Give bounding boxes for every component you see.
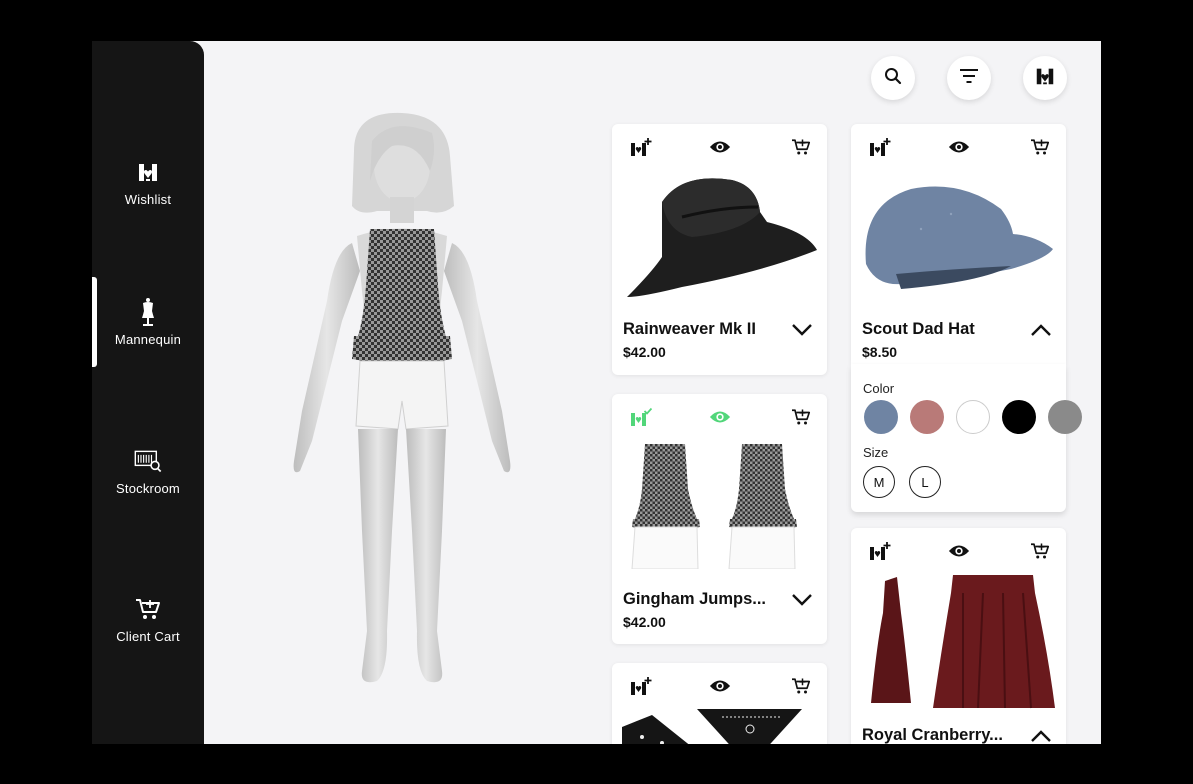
sidebar-item-label: Mannequin	[114, 331, 182, 347]
product-card-gingham[interactable]: Gingham Jumps... $42.00	[612, 394, 827, 644]
sidebar-item-label: Stockroom	[116, 480, 180, 496]
sidebar-item-mannequin[interactable]: Mannequin	[92, 277, 204, 367]
product-name: Rainweaver Mk II	[623, 320, 756, 338]
product-options-panel: Color Size M L	[851, 364, 1082, 512]
card-actions	[612, 675, 827, 697]
add-to-cart-icon[interactable]	[790, 136, 812, 158]
in-wishlist-check-icon[interactable]	[630, 406, 652, 428]
size-option-l[interactable]: L	[909, 466, 941, 498]
sidebar-item-client-cart[interactable]: Client Cart	[92, 574, 204, 664]
color-swatch-white[interactable]	[956, 400, 990, 434]
sidebar-item-label: Client Cart	[116, 628, 180, 644]
collapse-chevron-up-icon[interactable]	[1028, 726, 1054, 744]
product-price: $42.00	[623, 614, 666, 630]
color-swatch-rose[interactable]	[910, 400, 944, 434]
product-card-bandana[interactable]	[612, 663, 827, 744]
card-actions	[851, 136, 1066, 158]
preview-eye-icon[interactable]	[709, 136, 731, 158]
sidebar: Wishlist Mannequin Stockroom Client Cart	[92, 41, 204, 744]
color-label: Color	[863, 381, 895, 396]
search-icon	[883, 66, 903, 91]
collapse-chevron-up-icon[interactable]	[1028, 320, 1054, 340]
color-swatch-blue[interactable]	[864, 400, 898, 434]
add-to-wishlist-icon[interactable]	[869, 540, 891, 562]
card-actions	[612, 136, 827, 158]
product-price: $8.50	[862, 344, 898, 360]
product-image-bandana	[622, 709, 802, 744]
product-name: Scout Dad Hat	[862, 320, 975, 338]
preview-eye-icon[interactable]	[948, 540, 970, 562]
color-swatch-black[interactable]	[1002, 400, 1036, 434]
add-to-cart-icon[interactable]	[790, 675, 812, 697]
color-swatch-gray[interactable]	[1048, 400, 1082, 434]
product-card-royal-cranberry[interactable]: Royal Cranberry...	[851, 528, 1066, 744]
add-to-wishlist-icon[interactable]	[630, 675, 652, 697]
wishlist-icon	[1034, 65, 1056, 92]
search-button[interactable]	[871, 56, 915, 100]
cart-icon	[134, 595, 162, 623]
expand-chevron-down-icon[interactable]	[789, 320, 815, 340]
product-image-cranberry-dress	[871, 575, 1055, 709]
add-to-cart-icon[interactable]	[1029, 540, 1051, 562]
product-card-rainweaver[interactable]: Rainweaver Mk II $42.00	[612, 124, 827, 375]
product-price: $42.00	[623, 344, 666, 360]
filter-button[interactable]	[947, 56, 991, 100]
sidebar-item-wishlist[interactable]: Wishlist	[92, 137, 204, 227]
wishlist-button[interactable]	[1023, 56, 1067, 100]
size-label: Size	[863, 445, 889, 460]
sidebar-item-label: Wishlist	[124, 191, 172, 207]
product-card-scout-dad-hat[interactable]: Scout Dad Hat $8.50	[851, 124, 1066, 364]
card-actions	[612, 406, 827, 428]
preview-eye-icon[interactable]	[709, 406, 731, 428]
tablet-frame: Wishlist Mannequin Stockroom Client Cart	[0, 0, 1193, 784]
wishlist-icon	[134, 158, 162, 186]
size-option-m[interactable]: M	[863, 466, 895, 498]
add-to-wishlist-icon[interactable]	[869, 136, 891, 158]
mannequin-model[interactable]	[242, 111, 562, 696]
preview-eye-icon[interactable]	[709, 675, 731, 697]
add-to-wishlist-icon[interactable]	[630, 136, 652, 158]
mannequin-icon	[134, 297, 162, 326]
add-to-cart-icon[interactable]	[1029, 136, 1051, 158]
app-screen: Wishlist Mannequin Stockroom Client Cart	[92, 41, 1101, 744]
product-name: Gingham Jumps...	[623, 590, 767, 608]
expand-chevron-down-icon[interactable]	[789, 590, 815, 610]
product-name: Royal Cranberry...	[862, 726, 1003, 744]
card-actions	[851, 540, 1066, 562]
product-image-dad-hat	[865, 186, 1053, 289]
preview-eye-icon[interactable]	[948, 136, 970, 158]
stockroom-icon	[134, 447, 162, 475]
product-image-gingham-jumpsuit	[631, 444, 797, 569]
filter-icon	[959, 68, 979, 89]
add-to-cart-icon[interactable]	[790, 406, 812, 428]
sidebar-item-stockroom[interactable]: Stockroom	[92, 426, 204, 516]
product-image-bucket-hat	[627, 178, 817, 297]
